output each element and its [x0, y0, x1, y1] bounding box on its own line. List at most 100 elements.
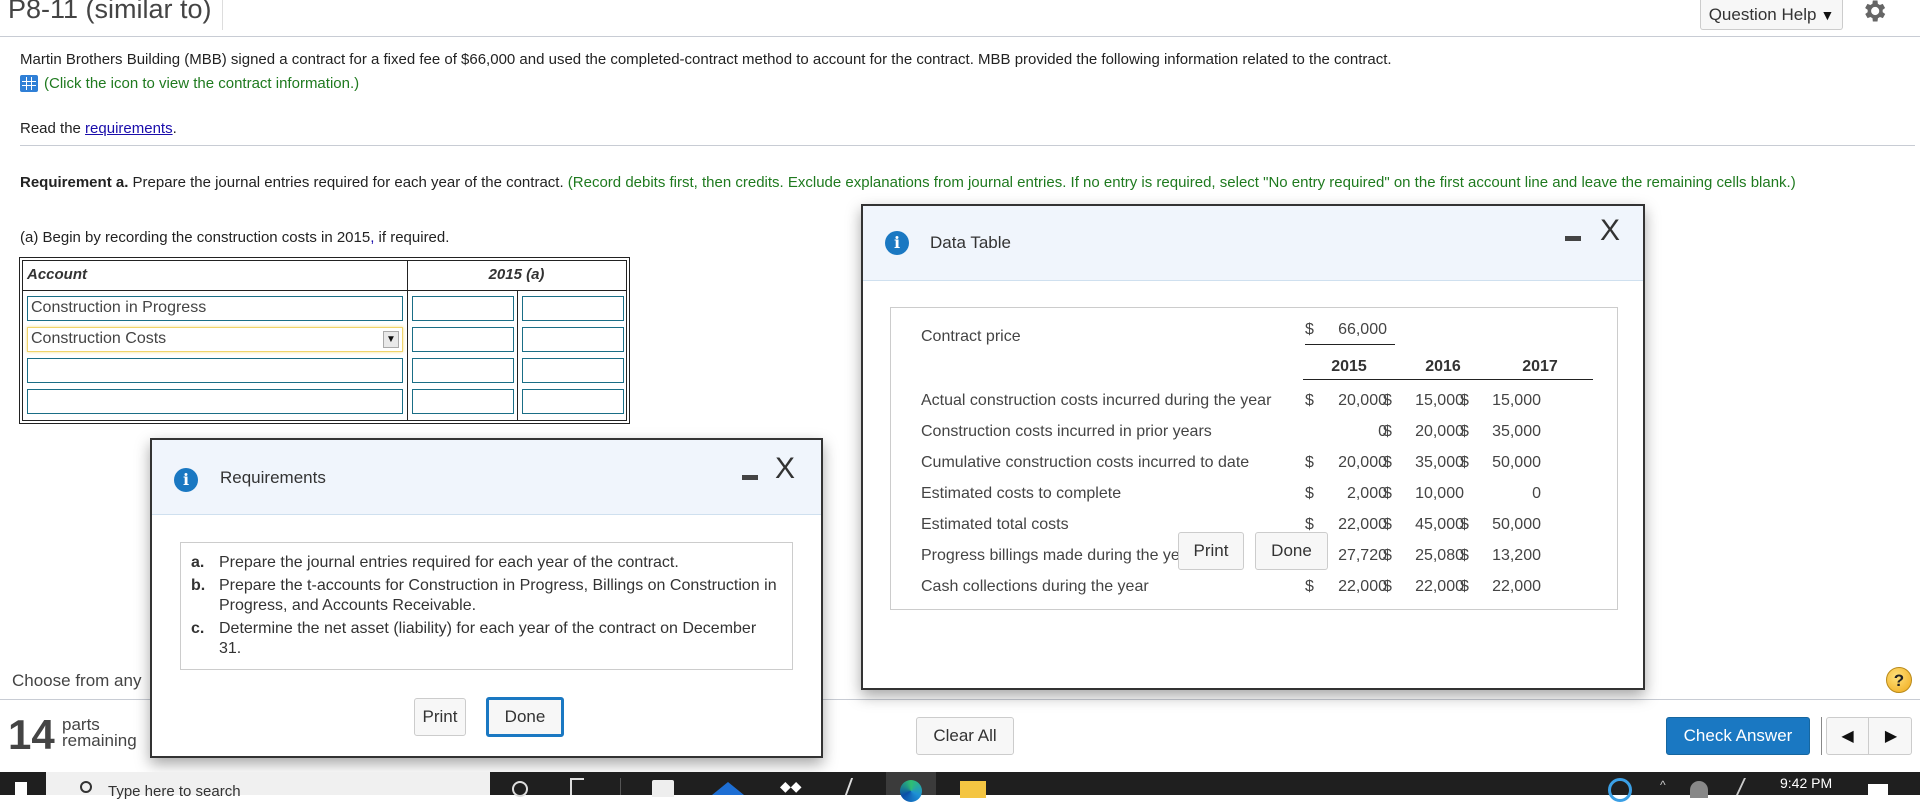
year-underline	[1303, 379, 1593, 380]
taskbar-search-box[interactable]: Type here to search	[46, 772, 490, 800]
account-input-3[interactable]	[27, 358, 403, 383]
dollar-sign: $	[1305, 485, 1314, 502]
task-view-icon[interactable]	[570, 778, 584, 795]
dollar-sign: $	[1460, 578, 1469, 595]
next-question-button[interactable]: ▶	[1870, 718, 1912, 754]
read-requirements: Read the requirements.	[20, 120, 177, 137]
data-cell-2017: 13,200	[1492, 547, 1541, 564]
minimize-icon[interactable]	[742, 475, 758, 480]
account-input-1[interactable]: Construction in Progress	[27, 296, 403, 321]
minimize-icon[interactable]	[1565, 236, 1581, 241]
print-button[interactable]: Print	[414, 698, 466, 736]
tray-pen-icon[interactable]	[1736, 778, 1752, 795]
requirements-link[interactable]: requirements	[85, 120, 173, 137]
data-cell-2017: 0	[1532, 485, 1541, 502]
credit-input-1[interactable]	[522, 296, 624, 321]
previous-question-button[interactable]: ◀	[1827, 718, 1869, 754]
dialog-header[interactable]: i Data Table X	[863, 206, 1643, 281]
requirement-letter: a.	[191, 554, 205, 571]
pen-app-icon[interactable]	[844, 778, 862, 795]
gear-icon[interactable]	[1860, 0, 1888, 25]
store-icon[interactable]	[652, 780, 674, 797]
data-row-label: Estimated total costs	[921, 516, 1069, 533]
file-explorer-icon[interactable]	[960, 781, 986, 798]
data-cell-2015: 22,000	[1338, 578, 1387, 595]
dollar-sign: $	[1383, 392, 1392, 409]
page-title: P8-11 (similar to)	[8, 0, 212, 24]
notifications-icon[interactable]	[1868, 784, 1888, 795]
problem-intro: Martin Brothers Building (MBB) signed a …	[20, 51, 1392, 68]
table-grid-icon[interactable]	[20, 75, 38, 92]
check-answer-button[interactable]: Check Answer	[1666, 717, 1810, 755]
taskbar-divider	[620, 778, 621, 795]
debit-input-3[interactable]	[412, 358, 514, 383]
debit-input-2[interactable]	[412, 327, 514, 352]
data-row-label: Cumulative construction costs incurred t…	[921, 454, 1250, 471]
tray-network-icon[interactable]	[1690, 781, 1708, 798]
table-divider	[407, 261, 408, 420]
step-instruction-main: (a) Begin by recording the construction …	[20, 229, 371, 246]
data-row-label: Construction costs incurred in prior yea…	[921, 423, 1212, 440]
data-cell-2015: 20,000	[1338, 454, 1387, 471]
search-placeholder: Type here to search	[108, 783, 241, 800]
data-row-label: Cash collections during the year	[921, 578, 1149, 595]
step-instruction-tail: if required.	[374, 229, 450, 246]
edge-app-slot[interactable]	[886, 772, 936, 802]
data-table-dialog: i Data Table X Contract price $ 66,000 2…	[861, 204, 1645, 690]
tray-chevron-icon[interactable]: ^	[1660, 778, 1668, 795]
data-cell-2017: 22,000	[1492, 578, 1541, 595]
tray-app-icon[interactable]	[1608, 778, 1632, 802]
app-icon[interactable]	[712, 782, 744, 795]
contract-price-label: Contract price	[921, 328, 1021, 345]
dollar-sign: $	[1460, 392, 1469, 409]
taskbar-clock[interactable]: 9:42 PM	[1780, 775, 1832, 791]
requirement-text: Prepare the t-accounts for Construction …	[219, 577, 777, 614]
print-button[interactable]: Print	[1178, 532, 1244, 570]
dialog-header[interactable]: i Requirements X	[152, 440, 821, 515]
data-cell-2017: 50,000	[1492, 454, 1541, 471]
table-divider	[517, 290, 518, 420]
data-cell-2016: 22,000	[1415, 578, 1464, 595]
dollar-sign: $	[1383, 547, 1392, 564]
question-help-label: Question Help	[1708, 4, 1817, 24]
journal-entry-table: Account 2015 (a) Construction in Progres…	[19, 257, 630, 424]
dollar-sign: $	[1460, 423, 1469, 440]
windows-start-icon[interactable]	[0, 772, 46, 795]
dollar-sign: $	[1383, 516, 1392, 533]
help-icon[interactable]: ?	[1886, 667, 1912, 693]
close-icon[interactable]: X	[775, 454, 795, 484]
dollar-sign: $	[1383, 578, 1392, 595]
requirement-item: b. Prepare the t-accounts for Constructi…	[191, 576, 781, 616]
dialog-title: Requirements	[220, 468, 326, 487]
dollar-sign: $	[1383, 485, 1392, 502]
data-row-label: Actual construction costs incurred durin…	[921, 392, 1272, 409]
step-instruction: (a) Begin by recording the construction …	[20, 229, 449, 246]
account-select-value: Construction Costs	[31, 330, 167, 347]
credit-input-4[interactable]	[522, 389, 624, 414]
table-divider	[23, 290, 626, 291]
dropdown-arrow-icon[interactable]: ▼	[383, 331, 399, 348]
read-prefix: Read the	[20, 120, 86, 137]
contract-data-table: Contract price $ 66,000 2015 2016 2017 A…	[890, 307, 1618, 610]
debit-input-1[interactable]	[412, 296, 514, 321]
data-row-label: Progress billings made during the year	[921, 547, 1195, 564]
chevron-down-icon: ▼	[1820, 6, 1835, 23]
credit-input-2[interactable]	[522, 327, 624, 352]
done-button[interactable]: Done	[486, 697, 564, 737]
year-header: 2016	[1425, 358, 1461, 375]
contract-info-link[interactable]: (Click the icon to view the contract inf…	[20, 75, 359, 92]
data-cell-2016: 10,000	[1415, 485, 1464, 502]
data-cell-2016: 25,080	[1415, 547, 1464, 564]
data-cell-2017: 15,000	[1492, 392, 1541, 409]
clear-all-button[interactable]: Clear All	[916, 717, 1014, 755]
account-select-2[interactable]: Construction Costs ▼	[27, 327, 403, 352]
credit-input-3[interactable]	[522, 358, 624, 383]
close-icon[interactable]: X	[1600, 216, 1620, 246]
account-input-4[interactable]	[27, 389, 403, 414]
question-help-button[interactable]: Question Help ▼	[1700, 0, 1843, 30]
requirement-a-label: Requirement a.	[20, 174, 129, 191]
dropbox-icon[interactable]: ◆◆	[780, 778, 804, 795]
done-button[interactable]: Done	[1255, 532, 1328, 570]
parts-remaining-count: 14	[8, 711, 55, 758]
debit-input-4[interactable]	[412, 389, 514, 414]
